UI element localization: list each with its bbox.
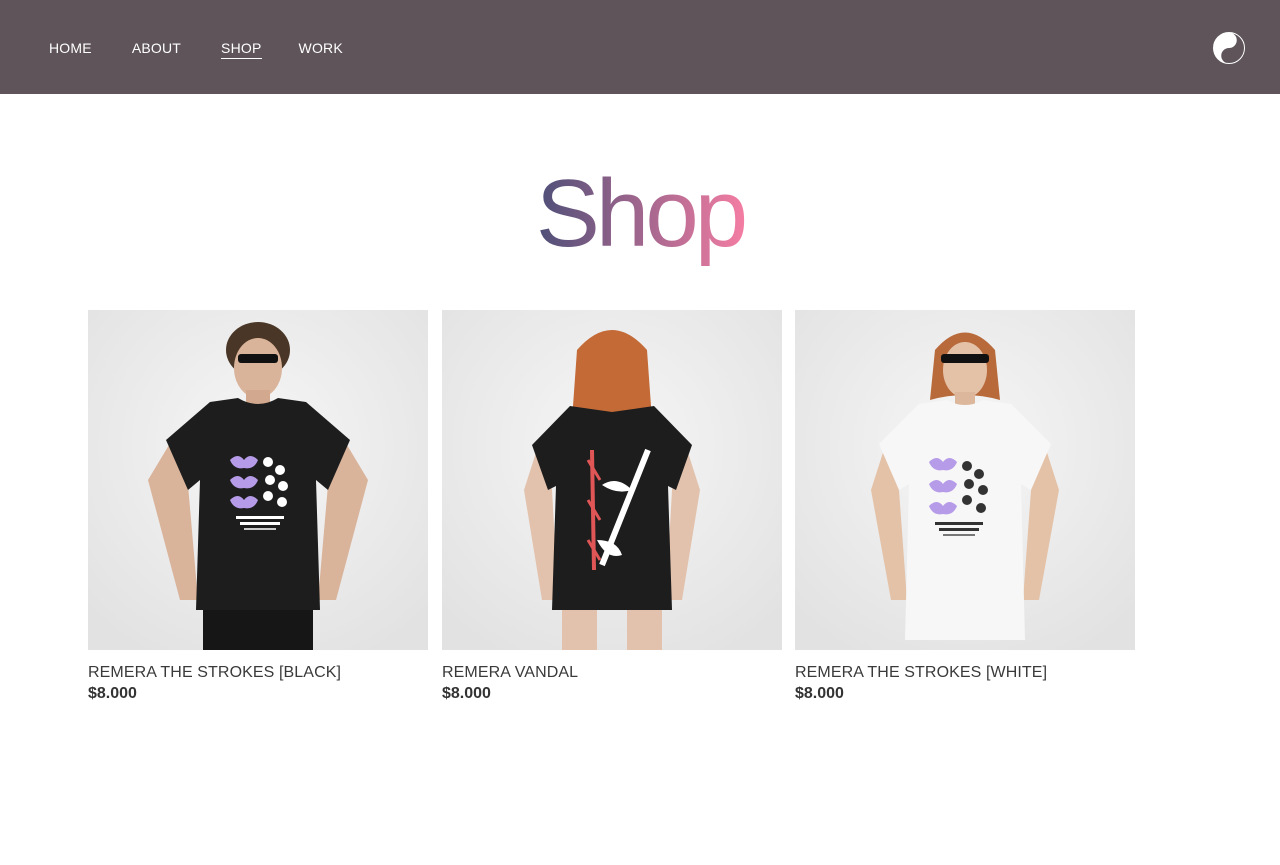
product-price: $8.000 xyxy=(442,685,491,702)
nav-work-link[interactable]: WORK xyxy=(299,39,343,59)
product-image[interactable] xyxy=(795,310,1135,650)
product-price: $8.000 xyxy=(795,685,844,702)
main-nav: HOME ABOUT SHOP WORK xyxy=(49,39,383,59)
product-card[interactable]: REMERA THE STROKES [WHITE] $8.000 xyxy=(795,310,1135,704)
nav-shop-link[interactable]: SHOP xyxy=(221,39,262,59)
nav-about-link[interactable]: ABOUT xyxy=(132,39,181,59)
product-image[interactable] xyxy=(88,310,428,650)
product-name[interactable]: REMERA VANDAL xyxy=(442,663,782,683)
svg-text:Shop: Shop xyxy=(536,160,745,267)
product-name[interactable]: REMERA THE STROKES [WHITE] xyxy=(795,663,1135,683)
product-price: $8.000 xyxy=(88,685,137,702)
product-card[interactable]: REMERA THE STROKES [BLACK] $8.000 xyxy=(88,310,428,704)
page-title-wrap: Shop xyxy=(0,158,1280,273)
product-name[interactable]: REMERA THE STROKES [BLACK] xyxy=(88,663,428,683)
nav-home-link[interactable]: HOME xyxy=(49,39,92,59)
page-title: Shop xyxy=(536,160,749,267)
product-card[interactable]: REMERA VANDAL $8.000 xyxy=(442,310,782,704)
yin-yang-icon[interactable] xyxy=(1213,32,1245,64)
site-header: HOME ABOUT SHOP WORK xyxy=(0,0,1280,94)
product-image[interactable] xyxy=(442,310,782,650)
